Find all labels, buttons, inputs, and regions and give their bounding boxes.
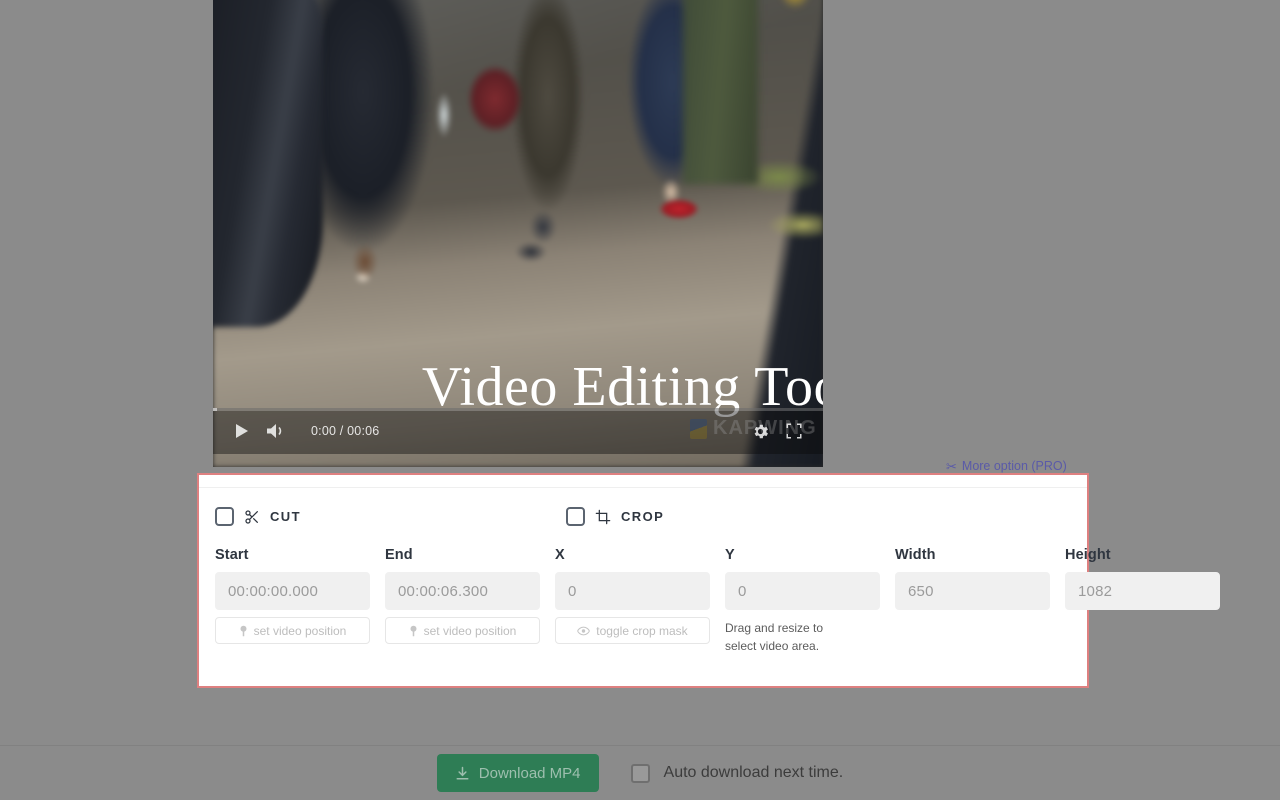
pin-icon xyxy=(409,625,418,637)
x-label: X xyxy=(555,547,565,563)
volume-icon[interactable] xyxy=(259,414,293,448)
auto-download-label: Auto download next time. xyxy=(663,764,844,781)
video-progress-bar[interactable] xyxy=(213,408,823,411)
end-set-video-position-button[interactable]: set video position xyxy=(385,617,540,644)
scissors-icon: ✂ xyxy=(946,458,957,474)
bottom-action-bar: Download MP4 Auto download next time. xyxy=(0,746,1280,800)
width-label: Width xyxy=(895,547,936,563)
field-width: Width 650 xyxy=(895,547,1050,655)
y-label: Y xyxy=(725,547,735,563)
field-height: Height 1082 xyxy=(1065,547,1220,655)
crop-mode-group[interactable]: CROP xyxy=(566,507,664,526)
more-option-link[interactable]: ✂ More option (PRO) xyxy=(946,459,1067,473)
video-progress-fill xyxy=(213,408,217,411)
edit-options-panel: CUT CROP Start 00:00:00.000 set video po… xyxy=(197,473,1220,688)
end-input[interactable]: 00:00:06.300 xyxy=(385,572,540,610)
fullscreen-icon[interactable] xyxy=(777,414,811,448)
field-end: End 00:00:06.300 set video position xyxy=(385,547,540,655)
cut-mode-group[interactable]: CUT xyxy=(215,507,301,526)
end-label: End xyxy=(385,547,413,563)
video-frame-detail xyxy=(213,0,323,327)
scissors-icon xyxy=(244,509,260,525)
field-grid: Start 00:00:00.000 set video position En… xyxy=(215,547,1220,655)
height-label: Height xyxy=(1065,547,1111,563)
gear-icon[interactable] xyxy=(743,414,777,448)
more-option-label: More option (PRO) xyxy=(961,459,1067,473)
end-set-video-position-label: set video position xyxy=(423,623,517,638)
field-x: X 0 toggle crop mask xyxy=(555,547,710,655)
crop-icon xyxy=(595,509,611,525)
field-y: Y 0 Drag and resize to select video area… xyxy=(725,547,880,655)
crop-hint-text: Drag and resize to select video area. xyxy=(725,621,824,654)
toggle-crop-mask-button[interactable]: toggle crop mask xyxy=(555,617,710,644)
height-input[interactable]: 1082 xyxy=(1065,572,1220,610)
cut-label: CUT xyxy=(270,509,301,524)
video-frame-detail xyxy=(683,0,758,184)
toggle-crop-mask-label: toggle crop mask xyxy=(596,623,688,638)
auto-download-group[interactable]: Auto download next time. xyxy=(630,763,844,783)
download-mp4-label: Download MP4 xyxy=(478,764,581,782)
auto-download-checkbox[interactable] xyxy=(630,763,650,783)
panel-divider xyxy=(199,487,1087,488)
field-start: Start 00:00:00.000 set video position xyxy=(215,547,370,655)
start-set-video-position-button[interactable]: set video position xyxy=(215,617,370,644)
pin-icon xyxy=(239,625,248,637)
eye-icon xyxy=(577,626,591,636)
video-player[interactable]: KAPWING 0:00 / 00:06 xyxy=(213,0,823,467)
download-mp4-button[interactable]: Download MP4 xyxy=(436,754,599,792)
mode-row: CUT CROP xyxy=(199,507,1087,531)
play-icon[interactable] xyxy=(225,414,259,448)
video-frame-detail xyxy=(779,0,811,9)
start-set-video-position-label: set video position xyxy=(253,623,347,638)
x-input[interactable]: 0 xyxy=(555,572,710,610)
video-control-bar[interactable]: 0:00 / 00:06 xyxy=(213,408,823,454)
width-input[interactable]: 650 xyxy=(895,572,1050,610)
video-time-display: 0:00 / 00:06 xyxy=(311,424,380,438)
cut-checkbox[interactable] xyxy=(215,507,234,526)
download-icon xyxy=(455,766,470,781)
crop-checkbox[interactable] xyxy=(566,507,585,526)
start-label: Start xyxy=(215,547,249,563)
start-input[interactable]: 00:00:00.000 xyxy=(215,572,370,610)
crop-label: CROP xyxy=(621,509,665,524)
y-input[interactable]: 0 xyxy=(725,572,880,610)
